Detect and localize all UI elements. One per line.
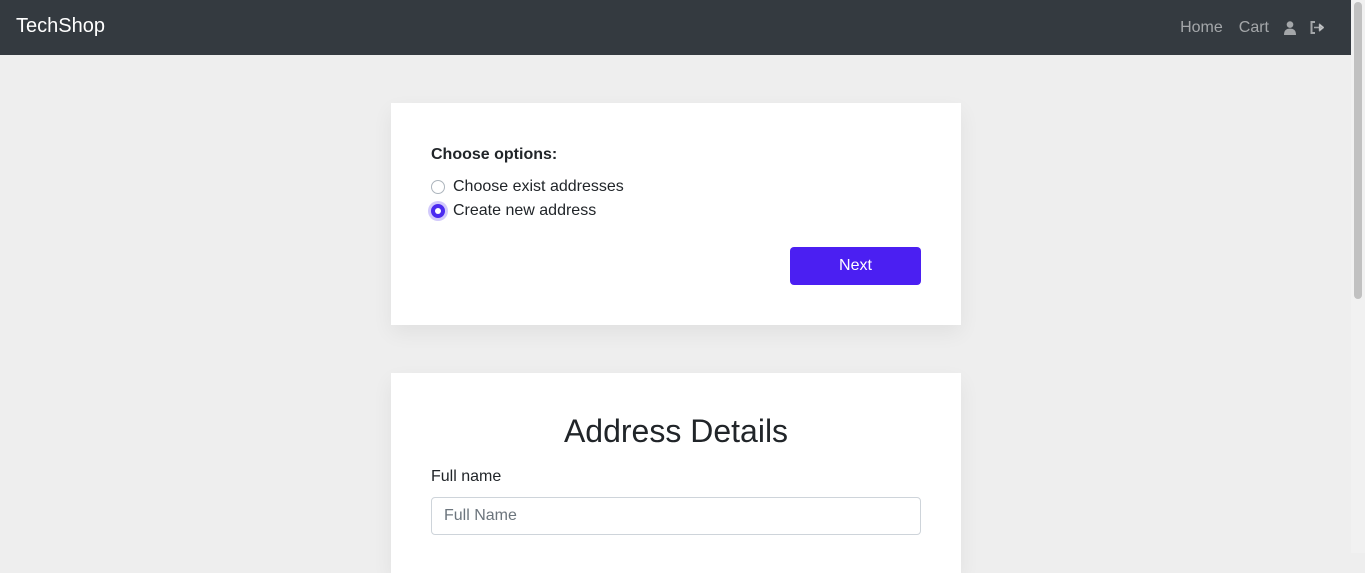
scrollbar-thumb[interactable]: [1354, 2, 1362, 299]
full-name-input[interactable]: [431, 497, 921, 535]
radio-button[interactable]: [431, 180, 445, 194]
radio-button[interactable]: [431, 204, 445, 218]
options-title: Choose options:: [431, 146, 558, 163]
nav-cart-link[interactable]: Cart: [1231, 16, 1277, 40]
full-name-label: Full name: [431, 468, 502, 485]
nav-home-link[interactable]: Home: [1172, 16, 1231, 40]
nav-links: Home Cart: [1172, 0, 1331, 55]
top-navbar: TechShop Home Cart: [0, 0, 1351, 55]
options-card: Choose options: Choose exist addresses C…: [391, 103, 961, 325]
vertical-scrollbar[interactable]: [1351, 0, 1365, 553]
brand-link[interactable]: TechShop: [16, 14, 105, 39]
radio-choose-existing[interactable]: Choose exist addresses: [431, 175, 624, 199]
sign-out-icon[interactable]: [1303, 21, 1331, 34]
radio-label: Choose exist addresses: [453, 178, 624, 195]
radio-create-new[interactable]: Create new address: [431, 199, 596, 223]
radio-label: Create new address: [453, 202, 597, 219]
address-card: Address Details Full name: [391, 373, 961, 573]
address-title: Address Details: [563, 413, 789, 449]
next-button[interactable]: Next: [790, 247, 921, 285]
user-icon[interactable]: [1277, 20, 1303, 35]
